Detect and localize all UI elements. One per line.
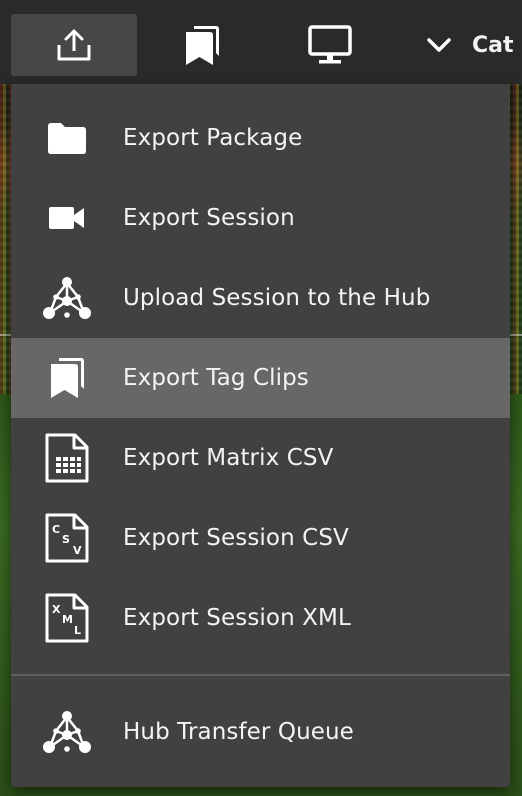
- top-toolbar: Cat: [0, 0, 522, 84]
- menu-item-export-session[interactable]: Export Session: [11, 178, 510, 258]
- export-menu-button[interactable]: [11, 14, 137, 76]
- menu-item-label: Hub Transfer Queue: [123, 719, 354, 745]
- csv-file-icon: C S V: [37, 508, 97, 568]
- upload-icon: [57, 29, 91, 61]
- menu-item-export-package[interactable]: Export Package: [11, 98, 510, 178]
- menu-item-label: Export Session: [123, 205, 295, 231]
- hub-network-icon: [37, 268, 97, 328]
- menu-item-label: Export Session XML: [123, 605, 351, 631]
- svg-text:C: C: [52, 523, 60, 536]
- menu-item-label: Export Package: [123, 125, 303, 151]
- category-dropdown[interactable]: Cat: [426, 14, 514, 76]
- hub-network-icon: [37, 702, 97, 762]
- menu-item-label: Upload Session to the Hub: [123, 285, 431, 311]
- menu-divider: [11, 674, 510, 676]
- menu-item-label: Export Matrix CSV: [123, 445, 334, 471]
- xml-file-icon: X M L: [37, 588, 97, 648]
- svg-text:M: M: [62, 613, 73, 626]
- menu-item-export-matrix-csv[interactable]: Export Matrix CSV: [11, 418, 510, 498]
- svg-text:L: L: [74, 624, 81, 637]
- menu-item-export-session-xml[interactable]: X M L Export Session XML: [11, 578, 510, 658]
- chevron-down-icon: [427, 38, 451, 52]
- menu-item-export-tag-clips[interactable]: Export Tag Clips: [11, 338, 510, 418]
- svg-text:V: V: [73, 544, 82, 557]
- video-camera-icon: [37, 188, 97, 248]
- bookmarks-icon: [37, 348, 97, 408]
- export-menu: Export Package Export Session Upload Ses: [11, 84, 510, 787]
- folder-icon: [37, 108, 97, 168]
- display-button[interactable]: [267, 14, 393, 76]
- svg-text:X: X: [52, 603, 61, 616]
- monitor-icon: [308, 25, 352, 64]
- matrix-csv-file-icon: [37, 428, 97, 488]
- tag-clips-button[interactable]: [139, 14, 265, 76]
- svg-text:S: S: [62, 533, 70, 546]
- menu-item-label: Export Session CSV: [123, 525, 349, 551]
- category-label: Cat: [472, 32, 514, 58]
- menu-item-upload-session-to-hub[interactable]: Upload Session to the Hub: [11, 258, 510, 338]
- bookmarks-icon: [186, 26, 219, 65]
- menu-item-label: Export Tag Clips: [123, 365, 309, 391]
- menu-item-export-session-csv[interactable]: C S V Export Session CSV: [11, 498, 510, 578]
- menu-item-hub-transfer-queue[interactable]: Hub Transfer Queue: [11, 692, 510, 772]
